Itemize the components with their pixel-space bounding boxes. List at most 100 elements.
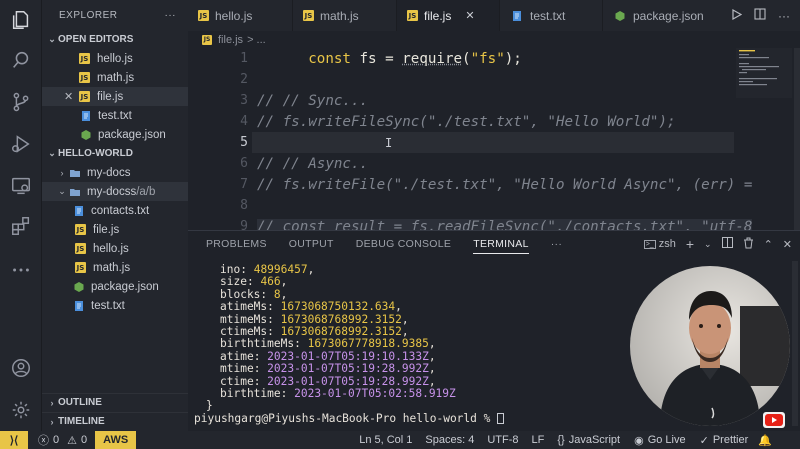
files-icon[interactable] <box>9 8 33 32</box>
aws-button[interactable]: AWS <box>95 431 137 449</box>
terminal-scrollbar[interactable] <box>792 261 798 426</box>
tab-problems[interactable]: PROBLEMS <box>206 238 267 250</box>
error-icon: ⓧ <box>38 435 49 447</box>
source-control-icon[interactable] <box>9 90 33 114</box>
stat-key: ctime <box>220 374 254 388</box>
timeline-section[interactable]: › TIMELINE <box>42 412 188 430</box>
stat-key: size <box>220 275 247 289</box>
warning-icon: ⚠ <box>67 434 77 447</box>
file-name: test.txt <box>98 109 132 122</box>
tab-label: hello.js <box>215 8 253 23</box>
tab-file-js[interactable]: JS file.js ✕ <box>397 0 500 31</box>
open-editor-item[interactable]: package.json <box>42 125 188 144</box>
file-item[interactable]: JS math.js <box>42 258 188 277</box>
file-name: file.js <box>93 223 120 236</box>
close-icon[interactable]: ✕ <box>465 9 474 22</box>
folder-item-selected[interactable]: ⌄ my-docss /a/b <box>42 182 188 201</box>
split-terminal-icon[interactable] <box>721 237 733 251</box>
tab-debug-console[interactable]: DEBUG CONSOLE <box>356 238 452 250</box>
text-file-icon <box>79 110 93 122</box>
breadcrumb-rest[interactable]: > ... <box>247 34 266 46</box>
terminal-prompt[interactable]: piyushgarg@Piyushs-MacBook-Pro hello-wor… <box>194 412 505 425</box>
go-live-button[interactable]: Go Live <box>648 434 686 446</box>
file-item[interactable]: JS hello.js <box>42 239 188 258</box>
run-icon[interactable] <box>731 8 743 23</box>
js-file-icon: JS <box>202 34 212 45</box>
open-editor-item[interactable]: JS hello.js <box>42 49 188 68</box>
explorer-more-button[interactable]: ··· <box>165 10 177 21</box>
open-editor-item[interactable]: JS math.js <box>42 68 188 87</box>
prettier-button[interactable]: Prettier <box>713 434 748 446</box>
line-number: 6 <box>240 156 248 171</box>
folder-name: my-docs <box>87 166 131 179</box>
more-icon[interactable] <box>9 258 33 282</box>
editor-scrollbar[interactable] <box>794 48 800 230</box>
code-editor[interactable]: 1 const fs = require("fs"); 2 3 // // Sy… <box>188 48 800 230</box>
new-terminal-icon[interactable]: + <box>686 236 694 252</box>
file-name: package.json <box>91 280 159 293</box>
more-actions-icon[interactable]: ··· <box>778 9 790 23</box>
outline-section[interactable]: › OUTLINE <box>42 393 188 411</box>
tab-math-js[interactable]: JS math.js <box>293 0 397 31</box>
stat-value: 8 <box>273 287 281 301</box>
indentation[interactable]: Spaces: 4 <box>425 434 474 446</box>
chevron-down-icon[interactable]: ⌄ <box>704 239 712 250</box>
cursor-position[interactable]: Ln 5, Col 1 <box>359 434 412 446</box>
file-item[interactable]: package.json <box>42 277 188 296</box>
webcam-overlay <box>630 266 790 426</box>
terminal-output[interactable]: ino: 48996457, size: 466, blocks: 8, atimeM… <box>194 263 505 425</box>
function-name: require <box>402 50 463 67</box>
run-debug-icon[interactable] <box>9 132 33 156</box>
account-icon[interactable] <box>9 356 33 380</box>
language-mode[interactable]: JavaScript <box>569 434 620 446</box>
close-icon[interactable]: ✕ <box>783 238 792 251</box>
code-line: 2 <box>188 69 748 90</box>
remote-indicator-icon[interactable]: ⟩⟨ <box>0 431 28 449</box>
close-icon[interactable]: ✕ <box>64 90 79 103</box>
chevron-right-icon: › <box>50 397 54 408</box>
problems-indicator[interactable]: ⓧ 0 ⚠ 0 <box>38 432 87 448</box>
extensions-icon[interactable] <box>9 214 33 238</box>
file-item[interactable]: JS file.js <box>42 220 188 239</box>
text-file-icon <box>72 300 86 312</box>
tab-hello-js[interactable]: JS hello.js <box>188 0 293 31</box>
remote-explorer-icon[interactable] <box>9 174 33 198</box>
explorer-title: EXPLORER <box>59 9 118 21</box>
maximize-panel-icon[interactable]: ⌃ <box>764 238 773 251</box>
stat-value: 1673068768992.3152 <box>280 325 402 339</box>
tab-label: test.txt <box>530 8 566 23</box>
tab-output[interactable]: OUTPUT <box>289 238 334 250</box>
file-item[interactable]: test.txt <box>42 296 188 315</box>
braces-icon: {} <box>557 434 565 446</box>
tab-package-json[interactable]: package.json <box>603 0 725 31</box>
file-name: contacts.txt <box>91 204 150 217</box>
trash-icon[interactable] <box>743 237 754 252</box>
workspace-section[interactable]: ⌄ HELLO-WORLD <box>42 144 188 163</box>
comment: // const result = fs.readFileSync("./con… <box>257 218 753 230</box>
breadcrumb: JS file.js > ... <box>188 31 800 48</box>
search-icon[interactable] <box>9 48 33 72</box>
tab-test-txt[interactable]: test.txt <box>500 0 603 31</box>
file-item[interactable]: contacts.txt <box>42 201 188 220</box>
open-editor-item-active[interactable]: ✕ JS file.js <box>42 87 188 106</box>
minimap[interactable] <box>736 48 792 98</box>
stat-key: atimeMs <box>220 300 268 314</box>
open-editor-item[interactable]: test.txt <box>42 106 188 125</box>
folder-item[interactable]: › my-docs <box>42 163 188 182</box>
settings-gear-icon[interactable] <box>9 398 33 422</box>
check-double-icon: ✓ <box>699 434 709 447</box>
line-number: 3 <box>240 93 248 108</box>
breadcrumb-file[interactable]: file.js <box>218 34 243 46</box>
tab-terminal[interactable]: TERMINAL <box>473 238 529 254</box>
file-name: file.js <box>97 90 124 103</box>
line-number: 9 <box>240 219 248 230</box>
panel-more-button[interactable]: ··· <box>551 238 562 250</box>
terminal-shell-selector[interactable]: >_ zsh <box>643 238 676 250</box>
chevron-down-icon: ⌄ <box>48 148 56 158</box>
open-editors-section[interactable]: ⌄ OPEN EDITORS <box>42 30 188 49</box>
bell-icon[interactable]: 🔔 <box>758 434 772 447</box>
encoding[interactable]: UTF-8 <box>487 434 518 446</box>
stat-key: atime <box>220 349 254 363</box>
end-of-line[interactable]: LF <box>532 434 545 446</box>
split-editor-icon[interactable] <box>754 8 766 23</box>
